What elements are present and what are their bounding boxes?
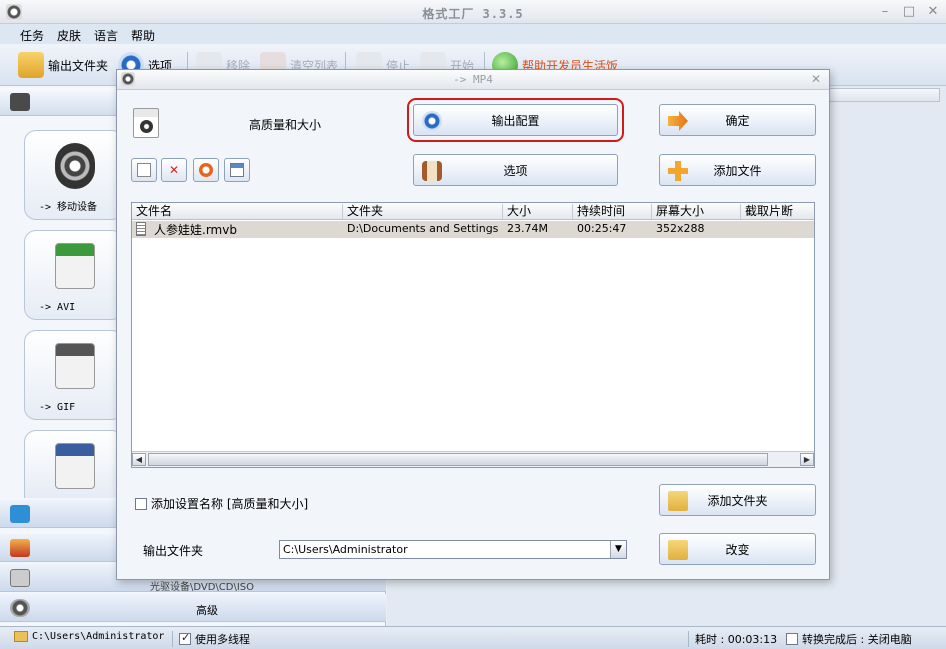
folder-icon <box>14 631 28 642</box>
menu-skin[interactable]: 皮肤 <box>57 27 81 44</box>
col-clip[interactable]: 截取片断 <box>741 204 814 219</box>
dialog-title-bar: -> MP4 ✕ <box>117 70 829 90</box>
options-button-dialog[interactable]: 选项 <box>413 154 618 186</box>
menu-help[interactable]: 帮助 <box>131 27 155 44</box>
format-mpeg[interactable] <box>24 430 124 498</box>
folder-camera-icon <box>18 52 44 78</box>
film-reel-icon <box>140 120 153 133</box>
output-path-status[interactable]: C:\Users\Administrator <box>14 631 164 642</box>
menu-language[interactable]: 语言 <box>94 27 118 44</box>
table-row[interactable]: 人参娃娃.rmvb D:\Documents and Settings\... … <box>132 221 814 238</box>
picture-icon <box>10 539 30 557</box>
file-table: 文件名 文件夹 大小 持续时间 屏幕大小 截取片断 人参娃娃.rmvb D:\D… <box>131 202 815 468</box>
music-note-icon <box>10 505 30 523</box>
folder-camera-icon <box>668 540 688 560</box>
scroll-right-arrow[interactable]: ▶ <box>800 453 814 466</box>
film-options-icon <box>422 161 442 181</box>
disc-drive-icon <box>10 569 30 587</box>
scroll-left-arrow[interactable]: ◀ <box>132 453 146 466</box>
add-setting-name-option[interactable]: 添加设置名称 [高质量和大小] <box>135 495 308 512</box>
film-reel-icon <box>55 143 95 189</box>
play-button[interactable] <box>193 158 219 182</box>
output-folder-label: 输出文件夹 <box>143 544 204 558</box>
file-icon <box>136 222 146 236</box>
after-convert-checkbox[interactable] <box>786 633 798 645</box>
multithread-option[interactable]: 使用多线程 <box>172 631 250 647</box>
window-title: 格式工厂 3.3.5 <box>422 7 524 21</box>
minimize-button[interactable]: – <box>877 4 893 20</box>
advanced-label: 高级 <box>196 604 218 617</box>
remove-file-icon <box>137 163 151 177</box>
menu-bar: 任务 皮肤 语言 帮助 <box>0 24 946 44</box>
mpeg-file-icon <box>55 443 95 489</box>
close-button[interactable]: ✕ <box>925 4 941 20</box>
title-bar: 格式工厂 3.3.5 – □ ✕ <box>0 0 946 24</box>
add-file-button[interactable]: 添加文件 <box>659 154 816 186</box>
format-gif[interactable]: -> GIF <box>24 330 124 420</box>
gif-file-icon <box>55 343 95 389</box>
plus-icon <box>668 161 688 181</box>
info-window-icon <box>230 163 244 177</box>
dropdown-arrow-icon[interactable]: ▼ <box>610 541 626 558</box>
cell-folder: D:\Documents and Settings\... <box>347 222 498 235</box>
col-folder[interactable]: 文件夹 <box>343 204 503 219</box>
arrow-right-icon <box>668 111 688 131</box>
rom-category-label: 光驱设备\DVD\CD\ISO <box>150 582 255 593</box>
media-info-button[interactable] <box>224 158 250 182</box>
scroll-thumb[interactable] <box>148 453 768 466</box>
avi-file-icon <box>55 243 95 289</box>
add-setting-name-checkbox[interactable] <box>135 497 147 510</box>
mp4-format-icon <box>133 108 159 138</box>
advanced-category[interactable]: 高级 <box>0 594 386 622</box>
cell-filename: 人参娃娃.rmvb <box>154 223 237 237</box>
status-bar: C:\Users\Administrator 使用多线程 耗时 : 00:03:… <box>0 626 946 649</box>
output-config-button[interactable]: 输出配置 <box>407 98 624 142</box>
output-folder-select[interactable]: C:\Users\Administrator ▼ <box>279 540 627 559</box>
mp4-dialog: -> MP4 ✕ 高质量和大小 输出配置 确定 ✕ 选项 添加文件 文件名 文件… <box>116 69 830 580</box>
gear-icon <box>10 599 30 617</box>
cell-screen-size: 352x288 <box>656 222 705 235</box>
col-filename[interactable]: 文件名 <box>132 204 343 219</box>
remove-item-button[interactable] <box>131 158 157 182</box>
horizontal-scrollbar[interactable]: ◀ ▶ <box>132 451 814 467</box>
clear-items-button[interactable]: ✕ <box>161 158 187 182</box>
output-folder-button[interactable]: 输出文件夹 <box>18 52 108 78</box>
dialog-title: -> MP4 <box>453 73 493 86</box>
format-avi[interactable]: -> AVI <box>24 230 124 320</box>
dialog-close-button[interactable]: ✕ <box>811 72 821 86</box>
delete-x-icon: ✕ <box>168 163 180 177</box>
elapsed-time: 耗时 : 00:03:13 <box>688 631 777 647</box>
ok-button[interactable]: 确定 <box>659 104 816 136</box>
col-size[interactable]: 大小 <box>503 204 573 219</box>
menu-task[interactable]: 任务 <box>20 27 44 44</box>
change-button[interactable]: 改变 <box>659 533 816 565</box>
settings-icon <box>422 111 442 131</box>
add-folder-button[interactable]: 添加文件夹 <box>659 484 816 516</box>
table-header: 文件名 文件夹 大小 持续时间 屏幕大小 截取片断 <box>132 203 814 220</box>
play-icon <box>199 163 213 177</box>
cell-duration: 00:25:47 <box>577 222 627 235</box>
maximize-button[interactable]: □ <box>901 4 917 20</box>
folder-add-icon <box>668 491 688 511</box>
video-category-icon <box>10 93 30 111</box>
col-screen-size[interactable]: 屏幕大小 <box>652 204 741 219</box>
cell-size: 23.74M <box>507 222 548 235</box>
col-duration[interactable]: 持续时间 <box>573 204 652 219</box>
preset-name: 高质量和大小 <box>249 118 322 132</box>
format-mobile-device[interactable]: -> 移动设备 <box>24 130 124 220</box>
after-convert-option[interactable]: 转换完成后 : 关闭电脑 <box>786 631 912 647</box>
multithread-checkbox[interactable] <box>179 631 191 645</box>
